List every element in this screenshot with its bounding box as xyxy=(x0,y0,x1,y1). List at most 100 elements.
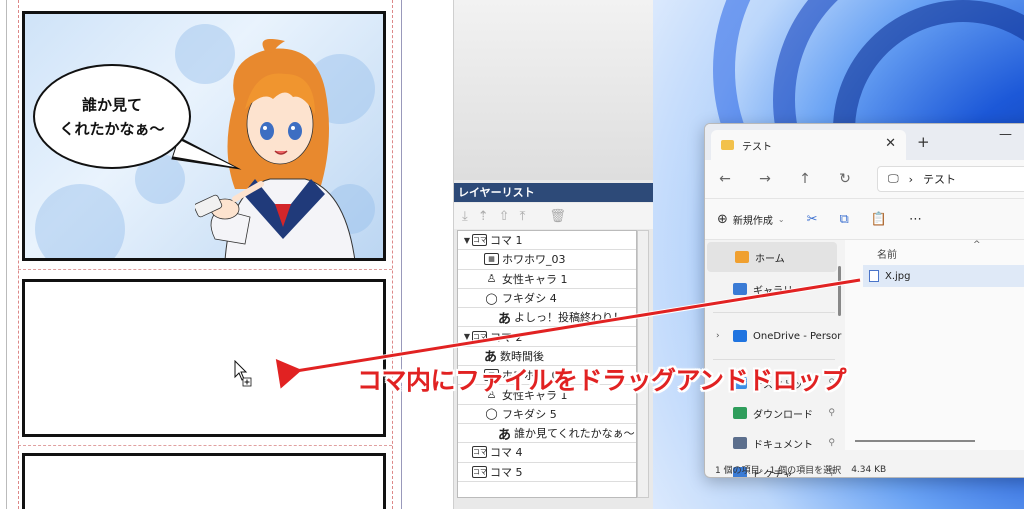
merge-icon[interactable]: ⇡ xyxy=(478,209,489,224)
layer-tree[interactable]: ▼ コマ コマ 1 ▦ ホワホワ_03 ♙ 女性キャラ 1 ◯ フキダシ 4 あよしっ！投稿終わり… xyxy=(457,230,637,498)
minimize-icon[interactable]: — xyxy=(999,127,1012,142)
page-border-right xyxy=(401,0,402,509)
file-row-selected[interactable]: X.jpg xyxy=(863,265,1024,287)
nav-separator xyxy=(713,359,835,360)
command-bar: ⊕ 新規作成 ⌄ ✂ ⧉ 📋 ⋯ xyxy=(705,198,1024,240)
layer-row[interactable]: ▼ コマ コマ 2 xyxy=(458,327,636,347)
status-bar: 1 個の項目 1 個の項目を選択 4.34 KB xyxy=(705,460,1024,477)
balloon-layer-icon: ◯ xyxy=(485,407,498,421)
chevron-right-icon[interactable]: › xyxy=(716,331,720,341)
layer-row[interactable]: ▦ ホワホワ_03 xyxy=(458,250,636,270)
image-layer-icon: ▦ xyxy=(484,253,499,266)
text-layer-icon: あ xyxy=(484,350,498,366)
layer-scrollbar[interactable] xyxy=(637,230,649,498)
up-arrow-icon[interactable]: ↑ xyxy=(785,171,825,187)
navigation-pane[interactable]: ホーム ギャラリー › OneDrive - Persor デスクトップ ⚲ ダウンロード ⚲… xyxy=(705,240,843,477)
nav-item-label: ドキュメント xyxy=(753,439,813,451)
explorer-nav-bar: ← → ↑ ↻ 🖵 › テスト xyxy=(705,160,1024,198)
move-top-icon[interactable]: ⤒ xyxy=(520,209,526,224)
expand-toggle-icon[interactable]: ▼ xyxy=(462,236,472,245)
sort-up-icon: ^ xyxy=(973,240,981,250)
horizontal-scrollbar[interactable] xyxy=(855,440,975,442)
file-explorer-window[interactable]: テスト ✕ + — ← → ↑ ↻ 🖵 › テスト ⊕ 新規作成 ⌄ ✂ ⧉ 📋… xyxy=(704,123,1024,478)
comic-canvas[interactable]: 誰か見て くれたかなぁ～ xyxy=(0,0,453,509)
new-button-label: 新規作成 xyxy=(732,215,773,227)
nav-item[interactable]: › OneDrive - Persor xyxy=(705,321,843,351)
new-button[interactable]: ⊕ 新規作成 ⌄ xyxy=(717,212,785,227)
layer-row[interactable]: あ数時間後 xyxy=(458,347,636,367)
nav-item[interactable]: ホーム xyxy=(707,242,837,272)
desktop-icon xyxy=(733,377,747,389)
layer-row[interactable]: ◯ フキダシ 4 xyxy=(458,289,636,309)
expand-toggle-icon[interactable]: ▼ xyxy=(462,332,472,341)
layer-row[interactable]: あ誰か見てくれたかなぁ～ xyxy=(458,424,636,444)
tab-title: テスト xyxy=(742,141,772,153)
nav-item[interactable]: ドキュメント ⚲ xyxy=(705,428,843,458)
nav-item-label: ホーム xyxy=(755,253,785,265)
koma-3-panel[interactable] xyxy=(22,453,386,509)
layer-row[interactable]: ▦ ホワホワ_02 xyxy=(458,366,636,386)
breadcrumb-chevron-icon: › xyxy=(908,172,914,186)
forward-arrow-icon[interactable]: → xyxy=(745,171,785,187)
folder-icon xyxy=(721,140,734,150)
layer-list-title: レイヤーリスト xyxy=(454,183,654,202)
koma-drop-target-panel[interactable] xyxy=(22,279,386,437)
status-selected: 1 個の項目を選択 xyxy=(769,466,842,476)
layer-row[interactable]: コマ コマ 5 xyxy=(458,463,636,482)
layer-label: コマ 5 xyxy=(490,465,523,479)
layer-label: よしっ！投稿終わり！ xyxy=(514,311,625,325)
back-arrow-icon[interactable]: ← xyxy=(705,171,745,187)
nav-item[interactable]: ダウンロード ⚲ xyxy=(705,398,843,428)
bleed-guide-left xyxy=(18,0,19,509)
koma-1-panel[interactable]: 誰か見て くれたかなぁ～ xyxy=(22,11,386,261)
cut-icon[interactable]: ✂ xyxy=(807,212,818,227)
address-bar[interactable]: 🖵 › テスト xyxy=(877,166,1024,192)
character-layer-icon: ♙ xyxy=(486,272,497,286)
nav-item-label: デスクトップ xyxy=(753,379,813,391)
pin-icon[interactable]: ⚲ xyxy=(828,378,835,388)
page-edge-line xyxy=(6,0,7,509)
download-icon[interactable]: ⤓ xyxy=(462,209,468,224)
layer-row[interactable]: あよしっ！投稿終わり！ xyxy=(458,308,636,328)
add-circle-icon: ⊕ xyxy=(717,211,728,227)
layer-label: 誰か見てくれたかなぁ～ xyxy=(514,427,635,441)
layer-toolbar: ⤓ ⇡ ⇧ ⤒ 🗑 xyxy=(454,203,654,229)
image-file-icon xyxy=(869,270,879,282)
document-icon xyxy=(733,437,747,449)
character-layer-icon: ♙ xyxy=(486,388,497,402)
nav-item[interactable]: デスクトップ ⚲ xyxy=(705,368,843,398)
close-icon[interactable]: ✕ xyxy=(885,136,896,151)
copy-icon[interactable]: ⧉ xyxy=(840,212,849,227)
explorer-tab[interactable]: テスト ✕ xyxy=(711,130,906,160)
speech-bubble[interactable]: 誰か見て くれたかなぁ～ xyxy=(33,64,191,169)
text-layer-icon: あ xyxy=(498,427,512,443)
speech-text-line-2: くれたかなぁ～ xyxy=(59,119,165,138)
download-icon xyxy=(733,407,747,419)
new-tab-icon[interactable]: + xyxy=(917,133,930,151)
layer-row[interactable]: ▼ コマ コマ 1 xyxy=(458,231,636,251)
monitor-icon: 🖵 xyxy=(888,172,899,185)
layer-label: コマ 4 xyxy=(490,446,523,460)
more-options-icon[interactable]: ⋯ xyxy=(909,212,922,227)
nav-item[interactable]: ギャラリー xyxy=(705,274,843,304)
layer-row[interactable]: ♙ 女性キャラ 1 xyxy=(458,385,636,405)
layer-row[interactable]: ◯ フキダシ 5 xyxy=(458,405,636,424)
file-list-area[interactable]: ^ 名前 X.jpg xyxy=(845,240,1024,450)
layer-row[interactable]: コマ コマ 4 xyxy=(458,443,636,463)
row-guide-1 xyxy=(18,269,392,270)
nav-scrollbar[interactable] xyxy=(838,266,841,316)
move-up-icon[interactable]: ⇧ xyxy=(499,209,510,224)
status-size: 4.34 KB xyxy=(851,464,887,475)
nav-separator xyxy=(713,312,835,313)
nav-item-label: ギャラリー xyxy=(753,285,803,297)
pin-icon[interactable]: ⚲ xyxy=(828,438,835,448)
pin-icon[interactable]: ⚲ xyxy=(828,408,835,418)
panel-layer-icon: コマ xyxy=(472,465,487,478)
refresh-icon[interactable]: ↻ xyxy=(825,171,865,187)
trash-icon[interactable]: 🗑 xyxy=(549,209,566,224)
upper-panel-area xyxy=(454,0,654,180)
layer-row[interactable]: ♙ 女性キャラ 1 xyxy=(458,270,636,289)
column-header-name[interactable]: 名前 xyxy=(877,246,897,261)
paste-icon[interactable]: 📋 xyxy=(871,212,887,227)
layer-label: フキダシ 4 xyxy=(502,292,557,306)
